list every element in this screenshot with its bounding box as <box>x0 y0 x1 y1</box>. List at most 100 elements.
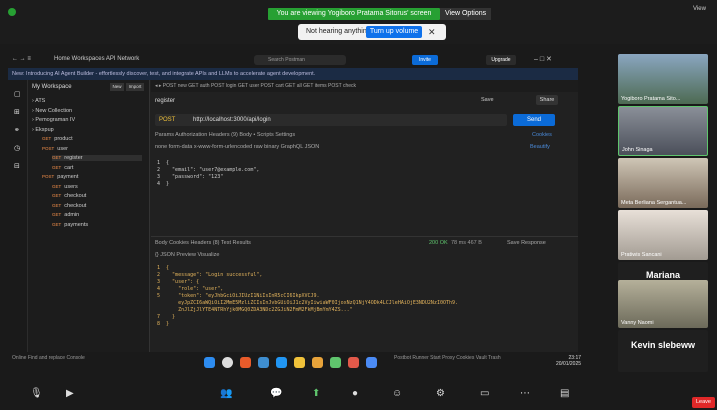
pane-divider[interactable] <box>151 236 578 237</box>
http-method-label: GET <box>52 183 62 189</box>
http-method-label: GET <box>52 164 62 170</box>
tree-item[interactable]: GET checkout <box>52 193 86 199</box>
leave-button[interactable]: Leave <box>692 397 715 408</box>
participant-big-name: Kevin slebeww <box>630 340 696 350</box>
tree-item[interactable]: › New Collection <box>32 108 72 114</box>
more-icon[interactable]: ⋯ <box>520 388 530 399</box>
cookies-link[interactable]: Cookies <box>532 132 552 138</box>
window-controls-icon[interactable]: – □ ✕ <box>534 55 552 63</box>
body-type-options[interactable]: none form-data x-www-form-urlencoded raw… <box>155 144 319 150</box>
search-icon[interactable] <box>222 357 233 368</box>
app-icon[interactable] <box>312 357 323 368</box>
http-method-label: POST <box>42 174 55 179</box>
chrome-icon[interactable] <box>330 357 341 368</box>
chat-icon[interactable]: 💬 <box>270 388 282 399</box>
tree-item-label: Ekspup <box>35 126 54 133</box>
tree-item-label: checkout <box>64 202 87 209</box>
save-response-button[interactable]: Save Response <box>507 240 546 246</box>
search-input[interactable]: Search Postman <box>254 55 346 65</box>
request-editor: ◂ ▸ POST new GET auth POST login GET use… <box>151 80 578 352</box>
request-config-tabs[interactable]: Params Authorization Headers (9) Body • … <box>155 132 295 138</box>
edge-icon[interactable] <box>258 357 269 368</box>
participant-tile[interactable]: Vanny Naomi <box>618 280 708 328</box>
view-button[interactable]: View <box>693 6 706 12</box>
nav-arrows-icon[interactable]: ← → ≡ <box>12 56 31 62</box>
history-icon[interactable]: ◷ <box>14 144 20 152</box>
status-left[interactable]: Online Find and replace Console <box>12 355 85 361</box>
request-body-editor[interactable]: 1 { 2 "email": "user7@example.com", 3 "p… <box>157 160 259 188</box>
participant-name: Meta Berliana Sergantua... <box>621 200 687 206</box>
tree-item-label: ATS <box>35 98 46 104</box>
system-clock[interactable]: 23:17 20/01/2025 <box>556 355 581 367</box>
tree-item[interactable]: › Pemograman IV <box>32 117 75 123</box>
tree-item[interactable]: › ATS <box>32 98 45 104</box>
share-screen-icon[interactable]: ⬆ <box>312 388 320 399</box>
url-input[interactable]: http://localhost:3000/api/login <box>193 114 271 126</box>
participants-icon[interactable]: 👥 <box>220 388 232 399</box>
environments-icon[interactable]: ⊞ <box>14 108 20 116</box>
feature-banner: New: Introducing AI Agent Builder - effo… <box>8 68 578 80</box>
tree-item[interactable]: › Ekspup <box>32 127 54 133</box>
flows-icon[interactable]: ⚭ <box>14 126 20 134</box>
participant-tile[interactable]: Kevin slebeww <box>618 330 708 372</box>
sidebar-icon-column: ▢ ⊞ ⚭ ◷ ⊟ <box>8 80 28 352</box>
tree-item-label: register <box>64 155 83 161</box>
folder-icon[interactable] <box>294 357 305 368</box>
turn-up-volume-button[interactable]: Turn up volume <box>366 26 422 38</box>
tree-item[interactable]: GET checkout <box>52 203 86 209</box>
apps-icon[interactable]: ⊟ <box>14 162 20 170</box>
view-options-button[interactable]: View Options <box>440 8 492 20</box>
beautify-link[interactable]: Beautify <box>530 144 550 150</box>
tree-item[interactable]: GET payments <box>52 222 88 228</box>
save-button[interactable]: Save <box>481 97 494 103</box>
tree-item-label: cart <box>64 164 74 171</box>
send-button[interactable]: Send <box>513 114 555 126</box>
whiteboard-icon[interactable]: ▭ <box>480 388 489 399</box>
microphone-icon[interactable]: 🎙 <box>30 388 43 399</box>
tree-item[interactable]: GET register <box>52 155 142 161</box>
share-button[interactable]: Share <box>536 95 558 105</box>
record-icon[interactable]: ● <box>352 388 358 399</box>
browser-icon[interactable] <box>240 357 251 368</box>
participant-tile[interactable]: Pratiwis Sancani <box>618 210 708 260</box>
http-method-label: GET <box>52 193 62 198</box>
video-icon[interactable]: ▶ <box>66 388 74 399</box>
notes-icon[interactable]: ▤ <box>560 388 569 399</box>
tree-item[interactable]: GET cart <box>52 165 73 171</box>
tree-item-label: product <box>54 136 73 142</box>
tree-item[interactable]: GET product <box>42 136 73 142</box>
upgrade-button[interactable]: Upgrade <box>486 55 516 65</box>
start-icon[interactable] <box>204 357 215 368</box>
audio-prompt-text: Not hearing anything? <box>306 28 375 35</box>
tree-item[interactable]: POST payment <box>42 174 78 180</box>
postman-icon[interactable] <box>348 357 359 368</box>
vscode-icon[interactable] <box>276 357 287 368</box>
request-name[interactable]: register <box>155 98 175 104</box>
http-method-label: GET <box>42 136 52 141</box>
tree-item-label: Pemograman IV <box>35 117 76 123</box>
http-method-label: GET <box>52 202 62 208</box>
tree-item-label: user <box>57 145 68 152</box>
zoom-icon[interactable] <box>366 357 377 368</box>
method-select[interactable]: POST <box>155 114 187 126</box>
tree-item-label: New Collection <box>35 107 73 114</box>
clock-date: 20/01/2025 <box>556 361 582 367</box>
close-icon[interactable]: ✕ <box>428 24 436 40</box>
apps-icon[interactable]: ⚙ <box>436 388 445 399</box>
collections-icon[interactable]: ▢ <box>14 90 21 98</box>
response-view-tools[interactable]: {} JSON Preview Visualize <box>155 252 219 258</box>
collection-tree: › ATS › New Collection › Pemograman IV › Ek… <box>8 80 150 340</box>
response-tabs[interactable]: Body Cookies Headers (8) Test Results <box>155 240 251 246</box>
postman-nav[interactable]: Home Workspaces API Network <box>54 56 139 62</box>
participant-tile-active[interactable]: John Sinaga <box>618 106 708 156</box>
request-tabs-bar[interactable]: ◂ ▸ POST new GET auth POST login GET use… <box>151 80 578 92</box>
invite-button[interactable]: Invite <box>412 55 438 65</box>
participant-tile[interactable]: Yogiboro Pratama Sito... <box>618 54 708 104</box>
response-meta: 78 ms 467 B <box>451 240 482 246</box>
tree-item[interactable]: GET users <box>52 184 78 190</box>
participant-name: Vanny Naomi <box>621 320 654 326</box>
tree-item[interactable]: GET admin <box>52 212 79 218</box>
tree-item[interactable]: POST user <box>42 146 68 152</box>
participant-tile[interactable]: Meta Berliana Sergantua... <box>618 158 708 208</box>
reactions-icon[interactable]: ☺ <box>392 388 402 399</box>
